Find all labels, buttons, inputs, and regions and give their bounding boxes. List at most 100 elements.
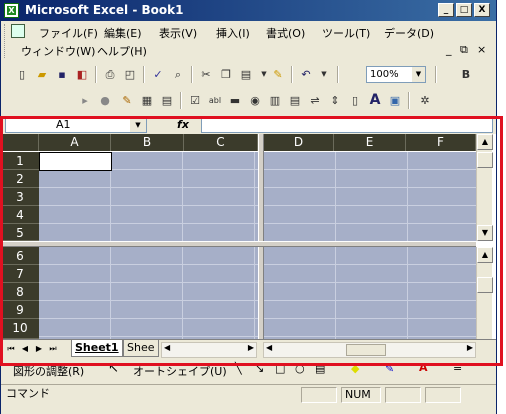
copy-icon[interactable]: ❐ [217, 66, 235, 83]
design-mode-icon[interactable]: ✎ [118, 92, 136, 109]
doc-icon[interactable] [11, 24, 25, 38]
format-painter-icon[interactable]: ✎ [269, 66, 287, 83]
command-button-icon[interactable]: ▬ [226, 92, 244, 109]
spelling-icon[interactable]: ✓ [149, 66, 167, 83]
horizontal-scrollbar-left[interactable]: ◀ ▶ [161, 342, 257, 358]
scroll-left-icon[interactable]: ◀ [266, 343, 272, 352]
paste-icon[interactable]: ▤ [237, 66, 255, 83]
more-controls-icon[interactable]: ✲ [416, 92, 434, 109]
cut-icon[interactable]: ✂ [197, 66, 215, 83]
select-objects-icon[interactable]: ↖ [108, 361, 119, 376]
next-sheet-icon[interactable]: ▶ [33, 342, 45, 356]
chevron-down-icon[interactable]: ▼ [130, 118, 146, 132]
cell-pane-top-right[interactable] [264, 152, 476, 241]
scrollbar-icon[interactable]: ▯ [346, 92, 364, 109]
row-header[interactable]: 7 [1, 265, 39, 283]
print-preview-icon[interactable]: ◰ [121, 66, 139, 83]
doc-restore-button[interactable]: ⧉ [460, 43, 468, 57]
row-header[interactable]: 4 [1, 206, 39, 224]
open-icon[interactable]: ▰ [33, 66, 51, 83]
textbox-icon[interactable]: ▤ [315, 362, 325, 375]
vertical-scrollbar-top[interactable]: ▲ ▼ [476, 134, 493, 241]
menu-tools[interactable]: ツール(T) [322, 25, 370, 41]
prev-sheet-icon[interactable]: ◀ [19, 342, 31, 356]
undo-dropdown-icon[interactable]: ▼ [315, 66, 333, 83]
chevron-down-icon[interactable]: ▼ [412, 67, 425, 82]
menu-window[interactable]: ウィンドウ(W) [21, 43, 95, 59]
textbox-icon[interactable]: abl [206, 92, 224, 109]
draw-menu-button[interactable]: 図形の調整(R) [13, 363, 84, 379]
column-header[interactable]: D [264, 134, 334, 151]
first-sheet-icon[interactable]: ⏮ [5, 342, 17, 356]
excel-icon[interactable]: X [4, 3, 19, 18]
label-icon[interactable]: A [366, 92, 384, 109]
font-color-icon[interactable]: A [419, 361, 428, 374]
insert-function-icon[interactable]: fx [173, 117, 193, 133]
select-all-button[interactable] [1, 134, 39, 151]
close-button[interactable]: X [474, 3, 490, 17]
sheet-tab-sheet2[interactable]: Shee [123, 340, 159, 357]
toggle-button-icon[interactable]: ⇌ [306, 92, 324, 109]
scroll-up-icon[interactable]: ▲ [477, 134, 493, 150]
scroll-thumb[interactable] [477, 152, 493, 168]
vertical-split-bar[interactable] [258, 134, 264, 344]
row-header[interactable]: 2 [1, 170, 39, 188]
title-bar[interactable]: X Microsoft Excel - Book1 _ □ X [1, 0, 496, 21]
scroll-down-icon[interactable]: ▼ [477, 225, 493, 241]
doc-minimize-button[interactable]: _ [446, 43, 452, 56]
line-icon[interactable]: ╲ [235, 362, 242, 375]
row-header[interactable]: 3 [1, 188, 39, 206]
menu-file[interactable]: ファイル(F) [39, 25, 98, 41]
scroll-right-icon[interactable]: ▶ [248, 343, 254, 352]
cell-pane-bottom-right[interactable] [264, 247, 476, 339]
scroll-thumb[interactable] [346, 344, 386, 356]
horizontal-scrollbar-right[interactable]: ◀ ▶ [263, 342, 476, 358]
row-header[interactable]: 9 [1, 301, 39, 319]
new-icon[interactable]: ▯ [13, 66, 31, 83]
menu-format[interactable]: 書式(O) [266, 25, 305, 41]
row-header[interactable]: 1 [1, 152, 39, 170]
arrow-icon[interactable]: ↘ [255, 362, 264, 375]
formula-input[interactable] [201, 117, 493, 133]
menu-view[interactable]: 表示(V) [159, 25, 197, 41]
column-header[interactable]: F [406, 134, 476, 151]
active-cell-a1[interactable] [39, 152, 112, 171]
checkbox-icon[interactable]: ☑ [186, 92, 204, 109]
line-color-icon[interactable]: ✎ [385, 362, 394, 375]
spin-button-icon[interactable]: ⇕ [326, 92, 344, 109]
combobox-icon[interactable]: ▤ [286, 92, 304, 109]
view-code-icon[interactable]: ▤ [158, 92, 176, 109]
menu-grip[interactable] [4, 24, 7, 58]
undo-icon[interactable]: ↶ [297, 66, 315, 83]
scroll-thumb[interactable] [477, 277, 493, 293]
menu-help[interactable]: ヘルプ(H) [97, 43, 147, 59]
zoom-select[interactable]: 100% ▼ [366, 66, 426, 83]
scroll-left-icon[interactable]: ◀ [164, 343, 170, 352]
scroll-right-icon[interactable]: ▶ [467, 343, 473, 352]
column-header[interactable]: E [334, 134, 406, 151]
permission-icon[interactable]: ◧ [73, 66, 91, 83]
line-style-icon[interactable]: ≡ [453, 361, 462, 374]
column-header[interactable]: C [184, 134, 258, 151]
row-header[interactable]: 5 [1, 224, 39, 241]
cell-pane-bottom-left[interactable] [39, 247, 258, 339]
research-icon[interactable]: ⌕ [169, 66, 187, 83]
fill-color-icon[interactable]: ◆ [351, 362, 359, 375]
bold-button[interactable]: B [457, 66, 475, 83]
play-icon[interactable]: ▸ [76, 92, 94, 109]
row-header[interactable]: 10 [1, 319, 39, 339]
last-sheet-icon[interactable]: ⏭ [47, 342, 59, 356]
column-header[interactable]: B [111, 134, 184, 151]
row-header[interactable]: 8 [1, 283, 39, 301]
record-icon[interactable]: ● [96, 92, 114, 109]
oval-icon[interactable]: ○ [295, 362, 305, 375]
minimize-button[interactable]: _ [438, 3, 454, 17]
column-header[interactable]: A [39, 134, 111, 151]
properties-icon[interactable]: ▦ [138, 92, 156, 109]
listbox-icon[interactable]: ▥ [266, 92, 284, 109]
sheet-tab-sheet1[interactable]: Sheet1 [71, 340, 123, 357]
maximize-button[interactable]: □ [456, 3, 472, 17]
name-box[interactable]: A1 ▼ [5, 117, 147, 133]
image-icon[interactable]: ▣ [386, 92, 404, 109]
doc-close-button[interactable]: × [477, 43, 486, 56]
